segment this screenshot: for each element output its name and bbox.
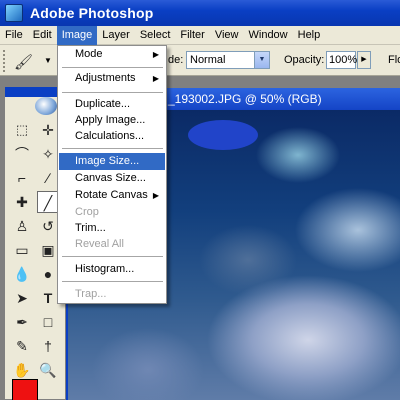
tool-palette-header[interactable] xyxy=(5,87,65,97)
menu-item-calculations[interactable]: Calculations... xyxy=(59,128,165,145)
menu-separator xyxy=(62,281,163,282)
brush-tool-icon[interactable]: ╱ xyxy=(37,191,59,213)
menu-item-mode[interactable]: Mode ▶ xyxy=(59,46,165,63)
slice-icon[interactable]: ∕ xyxy=(37,167,59,189)
lasso-icon[interactable]: ⌒ xyxy=(11,143,33,165)
chevron-right-icon: ▶ xyxy=(152,74,159,83)
mode-label: de: xyxy=(168,54,184,66)
menu-image[interactable]: Image xyxy=(56,25,98,45)
menu-layer[interactable]: Layer xyxy=(97,26,135,45)
menu-separator xyxy=(62,148,163,149)
pen-icon[interactable]: ✒ xyxy=(11,311,33,333)
menu-view[interactable]: View xyxy=(210,26,244,45)
stamp-icon[interactable]: ♙ xyxy=(11,215,33,237)
menu-item-duplicate[interactable]: Duplicate... xyxy=(59,96,165,113)
mode-select[interactable]: Normal ▼ xyxy=(186,51,270,69)
menu-item-trap: Trap... xyxy=(75,288,107,300)
blur-icon[interactable]: 💧 xyxy=(11,263,33,285)
menu-item-image-size[interactable]: Image Size... xyxy=(59,153,165,170)
menu-window[interactable]: Window xyxy=(244,26,293,45)
photoshop-logo-icon[interactable] xyxy=(35,97,57,115)
move-icon[interactable]: ✛ xyxy=(37,119,59,141)
menu-item-apply-image[interactable]: Apply Image... xyxy=(59,112,165,129)
photoshop-logo-icon xyxy=(5,4,23,22)
history-brush-icon[interactable]: ↺ xyxy=(37,215,59,237)
mode-select-value: Normal xyxy=(190,54,226,66)
menu-item-histogram[interactable]: Histogram... xyxy=(59,261,165,278)
chevron-right-icon: ▶ xyxy=(152,50,159,59)
fish-shape xyxy=(188,120,258,150)
path-select-icon[interactable]: ➤ xyxy=(11,287,33,309)
menu-separator xyxy=(62,256,163,257)
menu-item-reveal-all: Reveal All xyxy=(75,238,124,250)
menu-item-rotate-canvas-label: Rotate Canvas xyxy=(75,189,148,201)
app-titlebar: Adobe Photoshop xyxy=(0,0,400,26)
opacity-slider-button[interactable]: ▶ xyxy=(357,51,371,69)
menu-item-mode-label: Mode xyxy=(75,48,103,60)
dodge-icon[interactable]: ● xyxy=(37,263,59,285)
eyedropper-icon[interactable]: † xyxy=(37,335,59,357)
flow-label: Flo xyxy=(388,54,400,66)
opacity-input[interactable]: 100% xyxy=(326,51,357,69)
menu-bar: File Edit Image Layer Select Filter View… xyxy=(0,25,400,45)
menu-file[interactable]: File xyxy=(0,26,28,45)
menu-item-adjustments-label: Adjustments xyxy=(75,72,136,84)
menu-filter[interactable]: Filter xyxy=(175,26,209,45)
zoom-icon[interactable]: 🔍 xyxy=(37,359,59,381)
chevron-down-icon[interactable]: ▼ xyxy=(44,56,52,65)
image-menu-dropdown: Mode ▶ Adjustments ▶ Duplicate... Apply … xyxy=(57,45,167,304)
brush-icon[interactable]: 🖌 xyxy=(14,53,33,71)
menu-item-rotate-canvas[interactable]: Rotate Canvas ▶ xyxy=(59,187,165,204)
type-icon[interactable]: T xyxy=(37,287,59,309)
menu-separator xyxy=(62,92,163,93)
chevron-down-icon[interactable]: ▼ xyxy=(254,52,269,68)
notes-icon[interactable]: ✎ xyxy=(11,335,33,357)
gradient-icon[interactable]: ▣ xyxy=(37,239,59,261)
foreground-color-swatch[interactable] xyxy=(12,379,38,400)
opacity-label: Opacity: xyxy=(284,54,325,66)
menu-help[interactable]: Help xyxy=(293,26,326,45)
menu-separator xyxy=(62,67,163,68)
magic-wand-icon[interactable]: ✧ xyxy=(37,143,59,165)
options-grip[interactable] xyxy=(3,50,7,72)
crop-icon[interactable]: ⌐ xyxy=(11,167,33,189)
shape-icon[interactable]: □ xyxy=(37,311,59,333)
menu-item-adjustments[interactable]: Adjustments ▶ xyxy=(59,70,165,87)
app-title: Adobe Photoshop xyxy=(30,5,154,21)
menu-item-trim[interactable]: Trim... xyxy=(59,220,165,237)
eraser-icon[interactable]: ▭ xyxy=(11,239,33,261)
menu-item-crop: Crop xyxy=(75,206,99,218)
chevron-right-icon: ▶ xyxy=(152,191,159,200)
menu-item-canvas-size[interactable]: Canvas Size... xyxy=(59,170,165,187)
marquee-icon[interactable]: ⬚ xyxy=(11,119,33,141)
menu-select[interactable]: Select xyxy=(135,26,176,45)
menu-edit[interactable]: Edit xyxy=(28,26,57,45)
hand-icon[interactable]: ✋ xyxy=(11,359,33,381)
healing-icon[interactable]: ✚ xyxy=(11,191,33,213)
